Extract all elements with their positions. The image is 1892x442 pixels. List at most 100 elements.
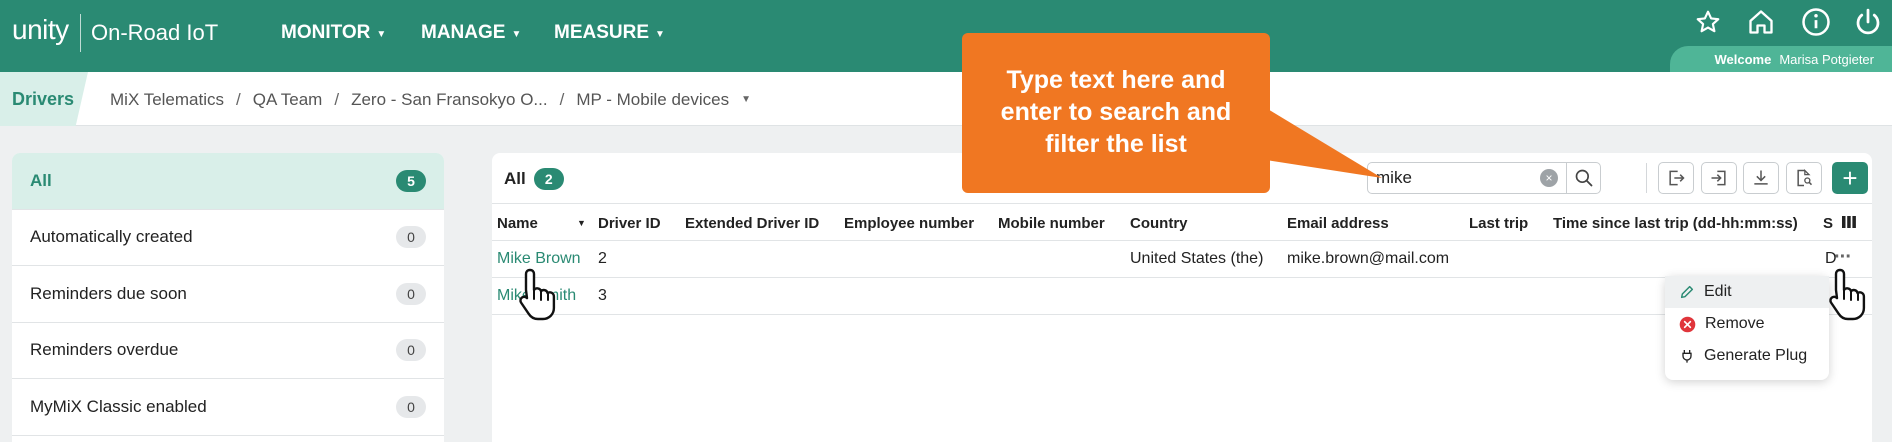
driver-id-cell: 2 [598, 250, 607, 267]
breadcrumb-separator: / [559, 90, 565, 109]
count-badge: 0 [396, 339, 426, 362]
welcome-banner: Welcome Marisa Potgieter [1670, 46, 1892, 72]
search-icon[interactable] [1566, 163, 1600, 193]
download-button[interactable] [1743, 162, 1779, 194]
hand-cursor-icon [519, 268, 556, 321]
breadcrumb-item[interactable]: MiX Telematics [110, 90, 224, 110]
report-preview-button[interactable] [1786, 162, 1822, 194]
filter-panel: All 5 Automatically created 0 Reminders … [12, 153, 444, 442]
column-header-time-since-last-trip[interactable]: Time since last trip (dd-hh:mm:ss) [1553, 215, 1798, 232]
column-header-employee-number[interactable]: Employee number [844, 215, 974, 232]
list-title-label: All [504, 169, 526, 188]
nav-manage[interactable]: MANAGE ▼ [421, 22, 521, 44]
filter-item-reminders-overdue[interactable]: Reminders overdue 0 [12, 323, 444, 379]
column-chooser-icon[interactable] [1841, 214, 1857, 234]
table-header: Name ▼ Driver ID Extended Driver ID Empl… [492, 203, 1872, 241]
import-button[interactable] [1701, 162, 1737, 194]
search-input[interactable]: mike × [1367, 162, 1601, 194]
tutorial-callout: Type text here and enter to search and f… [962, 33, 1270, 193]
row-actions-menu: Edit Remove Generate Plug [1665, 276, 1829, 380]
document-search-icon [1797, 168, 1813, 187]
section-tab-drivers[interactable]: Drivers [0, 72, 88, 126]
hand-cursor-icon [1829, 268, 1866, 321]
count-badge: 5 [396, 169, 426, 192]
filter-item-automatically-created[interactable]: Automatically created 0 [12, 210, 444, 266]
filter-label: All [30, 170, 52, 190]
plus-icon: + [1842, 163, 1858, 193]
plug-icon [1682, 350, 1692, 363]
count-badge: 0 [396, 282, 426, 305]
breadcrumb-bar: Drivers MiX Telematics / QA Team / Zero … [0, 72, 1892, 126]
product-name: On-Road IoT [91, 20, 219, 45]
caret-down-icon: ▼ [511, 28, 522, 40]
filter-label: MyMiX Classic enabled [30, 396, 207, 416]
filter-item-all[interactable]: All 5 [12, 153, 444, 210]
power-icon[interactable] [1852, 6, 1884, 38]
breadcrumb: MiX Telematics / QA Team / Zero - San Fr… [110, 90, 751, 110]
logo-divider [80, 14, 81, 52]
home-icon[interactable] [1745, 6, 1777, 38]
nav-measure[interactable]: MEASURE ▼ [554, 22, 665, 44]
caret-down-icon: ▼ [655, 28, 665, 40]
column-header-name[interactable]: Name [497, 215, 538, 232]
callout-line: enter to search and [1000, 98, 1232, 126]
filter-item-reminders-due-soon[interactable]: Reminders due soon 0 [12, 266, 444, 323]
callout-pointer [1266, 108, 1382, 178]
menu-item-edit[interactable]: Edit [1665, 276, 1829, 308]
caret-down-icon[interactable]: ▼ [741, 94, 751, 110]
menu-item-label: Edit [1704, 283, 1732, 300]
welcome-label: Welcome [1714, 51, 1772, 67]
breadcrumb-item[interactable]: QA Team [253, 90, 323, 110]
filter-label: Reminders overdue [30, 340, 179, 360]
download-icon [1754, 170, 1768, 185]
import-icon [1711, 170, 1726, 186]
nav-monitor[interactable]: MONITOR ▼ [281, 22, 386, 44]
column-header-email-address[interactable]: Email address [1287, 215, 1389, 232]
filter-item-mymix-classic-enabled[interactable]: MyMiX Classic enabled 0 [12, 379, 444, 436]
column-header-country[interactable]: Country [1130, 215, 1188, 232]
count-badge: 2 [533, 168, 564, 190]
section-label: Drivers [12, 89, 75, 109]
export-icon [1669, 170, 1685, 186]
list-title: All 2 [504, 168, 564, 190]
menu-item-remove[interactable]: Remove [1665, 308, 1829, 340]
menu-item-label: Remove [1705, 315, 1765, 332]
top-bar: unity On-Road IoT MONITOR ▼ MANAGE ▼ MEA… [0, 0, 1892, 72]
count-badge: 0 [396, 395, 426, 418]
user-name[interactable]: Marisa Potgieter [1779, 52, 1874, 67]
callout-line: Type text here and [1006, 66, 1226, 94]
table-row[interactable]: Mike Brown 2 United States (the) mike.br… [492, 241, 1872, 278]
nav-measure-label: MEASURE [554, 22, 650, 43]
unity-logo[interactable]: unity [12, 14, 69, 46]
search-value[interactable]: mike [1368, 168, 1540, 188]
info-icon[interactable] [1800, 6, 1832, 38]
sort-desc-icon[interactable]: ▼ [577, 218, 586, 228]
breadcrumb-item[interactable]: MP - Mobile devices [576, 90, 729, 110]
column-header-mobile-number[interactable]: Mobile number [998, 215, 1105, 232]
toolbar-divider [1646, 163, 1647, 193]
country-cell: United States (the) [1130, 250, 1264, 267]
nav-manage-label: MANAGE [421, 22, 506, 43]
export-button[interactable] [1658, 162, 1694, 194]
column-header-extended-driver-id[interactable]: Extended Driver ID [685, 215, 819, 232]
column-header-driver-id[interactable]: Driver ID [598, 215, 661, 232]
email-cell: mike.brown@mail.com [1287, 250, 1450, 267]
callout-line: filter the list [1045, 130, 1187, 158]
column-header-s[interactable]: S [1823, 215, 1833, 232]
nav-monitor-label: MONITOR [281, 22, 371, 43]
breadcrumb-separator: / [334, 90, 340, 109]
driver-id-cell: 3 [598, 287, 607, 304]
remove-circle-icon [1679, 316, 1696, 332]
star-icon[interactable] [1692, 6, 1724, 38]
menu-item-generate-plug[interactable]: Generate Plug [1665, 340, 1829, 372]
count-badge: 0 [396, 226, 426, 249]
filter-label: Reminders due soon [30, 283, 187, 303]
column-header-last-trip[interactable]: Last trip [1469, 215, 1528, 232]
pencil-icon [1680, 285, 1694, 299]
filter-label: Automatically created [30, 227, 193, 247]
caret-down-icon: ▼ [376, 28, 387, 40]
clear-icon[interactable]: × [1540, 169, 1558, 187]
breadcrumb-item[interactable]: Zero - San Fransokyo O... [351, 90, 548, 110]
menu-item-label: Generate Plug [1704, 347, 1808, 364]
add-driver-button[interactable]: + [1832, 162, 1868, 194]
